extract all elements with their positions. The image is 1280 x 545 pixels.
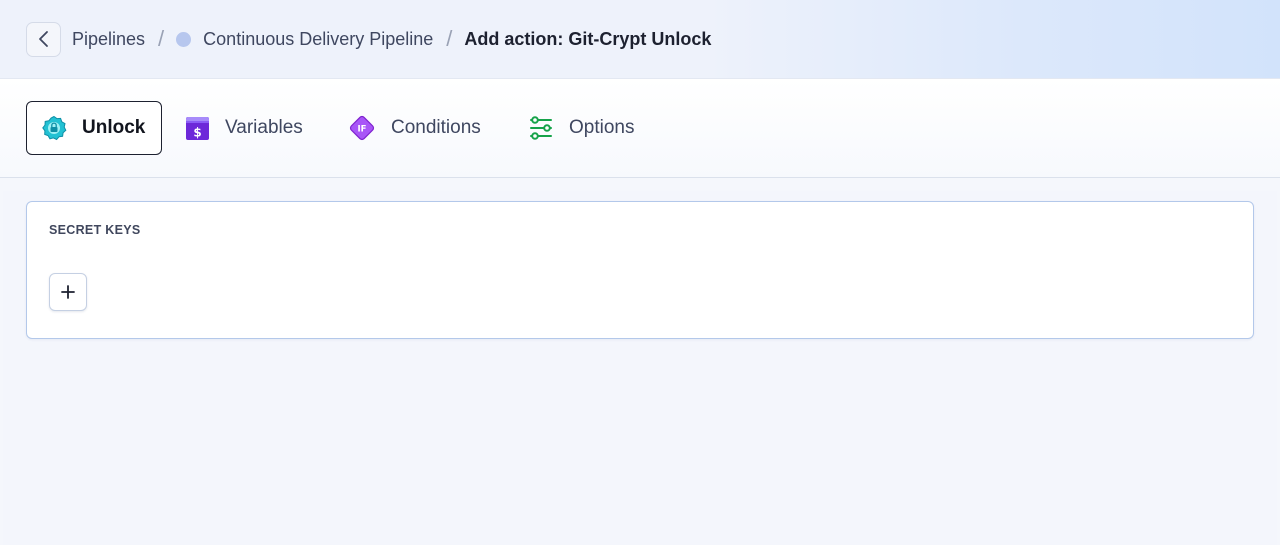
chevron-left-icon [38, 31, 48, 47]
breadcrumb-separator: / [446, 26, 453, 51]
pipeline-status-dot [176, 31, 192, 47]
sliders-icon [530, 116, 552, 140]
tab-label: Unlock [82, 117, 146, 138]
svg-text:IF: IF [358, 125, 367, 135]
plus-icon [61, 285, 75, 299]
back-button[interactable] [26, 21, 61, 57]
if-diamond-icon: IF [349, 115, 375, 141]
breadcrumb: Pipelines / Continuous Delivery Pipeline… [0, 0, 1280, 79]
page-title: Add action: Git-Crypt Unlock [464, 28, 712, 49]
breadcrumb-pipelines[interactable]: Pipelines [72, 29, 145, 50]
tab-label: Options [569, 117, 635, 138]
breadcrumb-pipeline[interactable]: Continuous Delivery Pipeline [203, 29, 433, 50]
dollar-variable-icon: $ [186, 116, 209, 140]
add-secret-key-button[interactable] [49, 273, 87, 311]
secret-keys-card: SECRET KEYS [26, 201, 1254, 339]
secret-keys-title: SECRET KEYS [49, 223, 141, 237]
breadcrumb-separator: / [158, 26, 165, 51]
tab-variables[interactable]: $ Variables [185, 101, 303, 155]
action-tabs: Unlock $ Variables IF Conditions Options [0, 79, 1280, 178]
svg-text:$: $ [193, 125, 201, 139]
tab-conditions[interactable]: IF Conditions [348, 101, 481, 155]
page: Pipelines / Continuous Delivery Pipeline… [0, 0, 1280, 545]
tab-options[interactable]: Options [528, 101, 634, 155]
tab-unlock[interactable]: Unlock [26, 101, 163, 155]
tab-label: Variables [225, 117, 303, 138]
lock-badge-icon [42, 115, 67, 141]
tab-label: Conditions [391, 117, 481, 138]
